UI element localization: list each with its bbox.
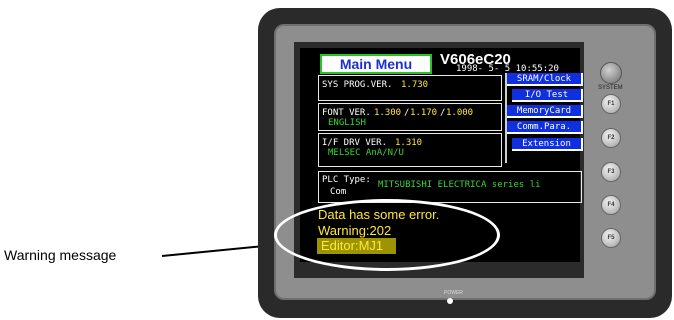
if-drv-plc: MELSEC AnA/N/U <box>328 148 404 158</box>
power-led <box>447 298 453 304</box>
font-language: ENGLISH <box>328 118 366 128</box>
plc-type-label: PLC Type: <box>322 175 371 185</box>
main-menu-title: Main Menu <box>320 54 432 74</box>
f5-key[interactable]: F5 <box>601 228 621 248</box>
sram-clock-button[interactable]: SRAM/Clock <box>507 73 583 86</box>
highlight-ellipse <box>274 199 500 271</box>
comm-para-button[interactable]: Comm.Para. <box>507 121 583 134</box>
f2-key[interactable]: F2 <box>601 128 621 148</box>
callout-label: Warning message <box>4 247 117 263</box>
font-ver-value-3: 1.000 <box>446 108 474 118</box>
system-label: SYSTEM <box>598 85 623 91</box>
if-drv-label: I/F DRV VER. <box>322 138 388 148</box>
f1-key[interactable]: F1 <box>601 94 621 114</box>
f4-key[interactable]: F4 <box>601 195 621 215</box>
font-ver-value-1: 1.300 <box>374 108 402 118</box>
extension-button[interactable]: Extension <box>512 138 583 151</box>
system-button[interactable] <box>600 62 622 84</box>
font-ver-value-2: 1.170 <box>410 108 438 118</box>
font-ver-label: FONT VER. <box>322 108 371 118</box>
plc-type-value: MITSUBISHI ELECTRICA series li <box>378 180 541 190</box>
menu-separator <box>505 73 507 163</box>
font-ver-sep-2: / <box>440 108 446 118</box>
sys-prog-label: SYS PROG.VER. <box>322 80 393 90</box>
power-label: POWER <box>444 290 463 296</box>
sys-prog-value: 1.730 <box>401 80 429 90</box>
font-ver-sep-1: / <box>404 108 410 118</box>
if-drv-value: 1.310 <box>395 138 423 148</box>
memory-card-button[interactable]: MemoryCard <box>507 105 583 118</box>
io-test-button[interactable]: I/O Test <box>512 89 583 102</box>
plc-com-label: Com <box>330 187 347 197</box>
f3-key[interactable]: F3 <box>601 162 621 182</box>
